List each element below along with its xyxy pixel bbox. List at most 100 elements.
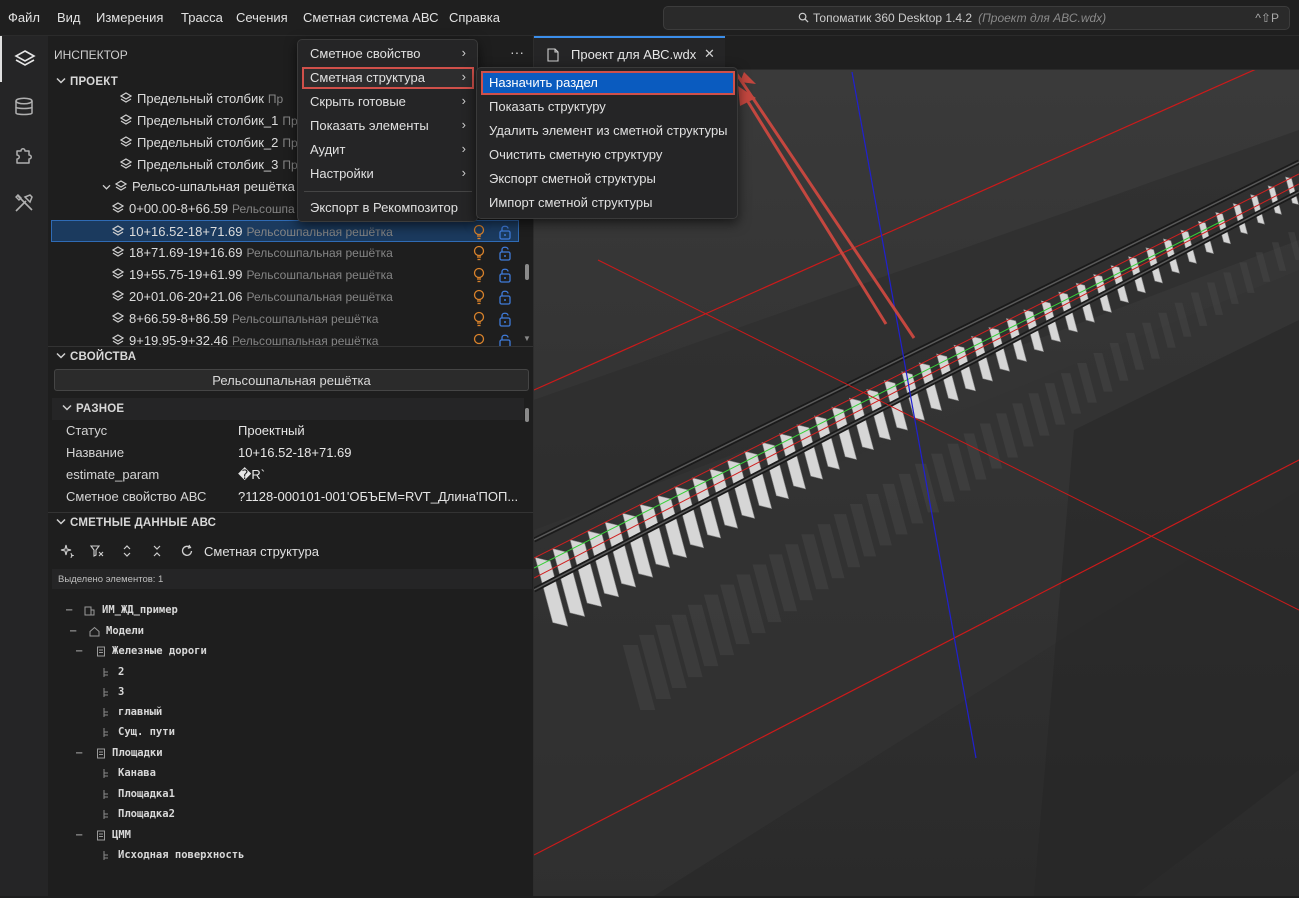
lock-icon[interactable] — [498, 311, 512, 327]
lock-icon[interactable] — [498, 267, 512, 283]
estimate-tree: – ИМ_ЖД_пример – Модели – Железные дороги 2… — [48, 598, 532, 898]
menu-label: Удалить элемент из сметной структуры — [489, 123, 728, 138]
layers-icon — [112, 312, 124, 323]
sparkle-icon[interactable] — [60, 544, 74, 558]
menu-export-recompositor[interactable]: Экспорт в Рекомпозитор — [302, 197, 474, 219]
tools-button[interactable] — [0, 180, 48, 226]
chevron-down-icon — [56, 77, 66, 84]
estimate-structure-submenu: Назначить раздел Показать структуру Удал… — [476, 67, 738, 219]
tree-item-selected[interactable]: 10+16.52-18+71.69 Рельсошпальная решётка — [51, 220, 519, 242]
submenu-clear-structure[interactable]: Очистить сметную структуру — [481, 143, 735, 167]
layers-button[interactable] — [0, 36, 48, 82]
menu-sections[interactable]: Сечения — [236, 10, 288, 25]
expand-all-icon[interactable] — [120, 544, 134, 558]
tree-item-type: Рельсошпа — [232, 202, 295, 216]
tree-item-type: Пр — [282, 158, 298, 172]
menu-view[interactable]: Вид — [57, 10, 81, 25]
property-key: Статус — [66, 423, 108, 438]
bulb-icon[interactable] — [472, 267, 486, 283]
submenu-remove-element[interactable]: Удалить элемент из сметной структуры — [481, 119, 735, 143]
properties-section-header[interactable]: СВОЙСТВА — [52, 351, 136, 363]
property-row[interactable]: Название 10+16.52-18+71.69 — [66, 442, 526, 464]
submenu-export-structure[interactable]: Экспорт сметной структуры — [481, 167, 735, 191]
tree-item-name: 20+01.06-20+21.06 — [129, 289, 243, 304]
menu-show-elements[interactable]: Показать элементы › — [302, 115, 474, 137]
property-row[interactable]: estimate_param �R` — [66, 464, 526, 486]
inspector-title: ИНСПЕКТОР — [54, 48, 128, 62]
tree-item[interactable]: 9+19.95-9+32.46 Рельсошпальная решётка — [110, 330, 532, 346]
lock-icon[interactable] — [498, 333, 512, 346]
bulb-icon[interactable] — [472, 224, 486, 240]
tab-project[interactable]: Проект для АВС.wdx ✕ — [534, 36, 725, 70]
menu-label: Сметное свойство — [310, 46, 421, 61]
bulb-icon[interactable] — [472, 333, 486, 346]
close-icon[interactable]: ✕ — [704, 46, 715, 62]
lock-icon[interactable] — [498, 289, 512, 305]
menu-measurements[interactable]: Измерения — [96, 10, 163, 25]
menu-hide-done[interactable]: Скрыть готовые › — [302, 91, 474, 113]
refresh-icon[interactable] — [180, 544, 194, 558]
menu-file[interactable]: Файл — [8, 10, 40, 25]
property-key: Сметное свойство АВС — [66, 489, 207, 504]
collapse-all-icon[interactable] — [150, 544, 164, 558]
layers-icon — [120, 92, 132, 103]
properties-scrollbar[interactable] — [525, 408, 529, 422]
tree-item[interactable]: 19+55.75-19+61.99 Рельсошпальная решётка — [110, 264, 532, 286]
filter-delete-icon[interactable] — [90, 544, 104, 558]
divider — [48, 512, 533, 513]
collapse-dash[interactable]: – — [76, 747, 82, 759]
bulb-icon[interactable] — [472, 289, 486, 305]
estimate-tree-label: Сущ. пути — [118, 726, 175, 738]
collapse-dash[interactable]: – — [70, 625, 76, 637]
menu-help[interactable]: Справка — [449, 10, 500, 25]
misc-section-header[interactable]: РАЗНОЕ — [58, 403, 124, 415]
leaf-icon — [103, 851, 108, 860]
estimate-tree-label: ИМ_ЖД_пример — [102, 604, 178, 616]
estimate-tree-label: 3 — [118, 686, 125, 698]
property-row[interactable]: Сметное свойство АВС ?1128-000101-001'ОБЪ… — [66, 486, 526, 508]
menu-audit[interactable]: Аудит › — [302, 139, 474, 161]
layers-icon — [14, 50, 36, 66]
chevron-down-icon — [56, 518, 66, 525]
menu-abc-system[interactable]: Сметная система АВС — [303, 10, 439, 25]
misc-section-title: РАЗНОЕ — [76, 403, 125, 415]
bulb-icon[interactable] — [472, 311, 486, 327]
menu-settings[interactable]: Настройки › — [302, 163, 474, 185]
tree-item[interactable]: 20+01.06-20+21.06 Рельсошпальная решётка — [110, 286, 532, 308]
extensions-button[interactable] — [0, 132, 48, 178]
menu-estimate-property[interactable]: Сметное свойство › — [302, 43, 474, 65]
lock-icon[interactable] — [498, 224, 512, 240]
tree-scrollbar[interactable] — [525, 264, 529, 280]
submenu-show-structure[interactable]: Показать структуру — [481, 95, 735, 119]
tree-item-name: Предельный столбик_2 — [137, 135, 279, 150]
submenu-import-structure[interactable]: Импорт сметной структуры — [481, 191, 735, 215]
file-icon — [547, 48, 559, 62]
shortcut-hint: ^⇧P — [1255, 11, 1279, 25]
tree-item-name: Рельсо-шпальная решётка — [132, 179, 295, 194]
element-type-button[interactable]: Рельсошпальная решётка — [54, 369, 529, 391]
tree-item[interactable]: 18+71.69-19+16.69 Рельсошпальная решётка — [110, 242, 532, 264]
collapse-dash[interactable]: – — [76, 829, 82, 841]
menu-route[interactable]: Трасса — [181, 10, 223, 25]
tree-item-type: Рельсошпальная решётка — [246, 246, 393, 260]
property-row[interactable]: Статус Проектный — [66, 420, 526, 442]
estimate-tree-label: Исходная поверхность — [118, 849, 245, 861]
collapse-dash[interactable]: – — [76, 645, 82, 657]
tree-item[interactable]: 8+66.59-8+86.59 Рельсошпальная решётка — [110, 308, 532, 330]
lock-icon[interactable] — [498, 245, 512, 261]
estimate-section-header[interactable]: СМЕТНЫЕ ДАННЫЕ АВС — [52, 517, 216, 529]
leaf-icon — [103, 790, 108, 799]
scroll-down-arrow[interactable]: ▼ — [523, 334, 531, 343]
database-button[interactable] — [0, 84, 48, 130]
menu-estimate-structure[interactable]: Сметная структура › — [302, 67, 474, 89]
estimate-tree-label: Канава — [118, 767, 156, 779]
command-search[interactable]: Топоматик 360 Desktop 1.4.2 (Проект для А… — [663, 6, 1290, 30]
estimate-tree-label: Площадка1 — [118, 788, 175, 800]
chevron-right-icon: › — [461, 45, 466, 60]
more-actions-icon[interactable]: ··· — [510, 44, 524, 60]
collapse-dash[interactable]: – — [66, 604, 72, 616]
leaf-icon — [103, 810, 108, 819]
project-section-header[interactable]: ПРОЕКТ — [52, 76, 118, 88]
submenu-assign-section[interactable]: Назначить раздел — [481, 71, 735, 95]
bulb-icon[interactable] — [472, 245, 486, 261]
